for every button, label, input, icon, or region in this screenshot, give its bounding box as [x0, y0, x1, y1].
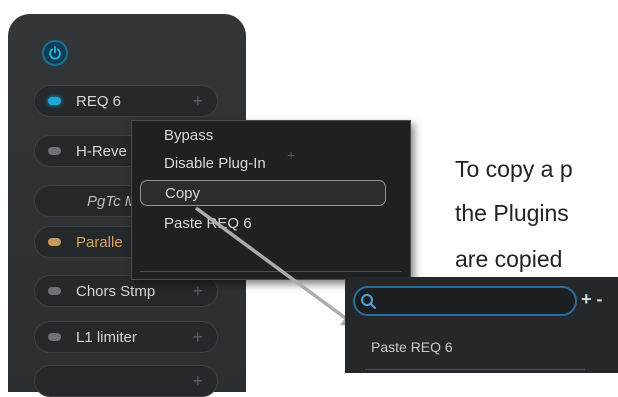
paste-plugin-item[interactable]: Paste REQ 6 [371, 339, 453, 355]
add-remove-buttons[interactable]: + - [581, 289, 603, 310]
search-icon [361, 294, 376, 309]
panel-divider [365, 369, 585, 370]
caption-line-3: are copied [455, 246, 563, 272]
search-input[interactable] [353, 286, 577, 316]
plugins-panel: + - Paste REQ 6 [345, 277, 618, 373]
caption-line-1: To copy a p [455, 156, 573, 182]
caption-line-2: the Plugins [455, 200, 569, 226]
